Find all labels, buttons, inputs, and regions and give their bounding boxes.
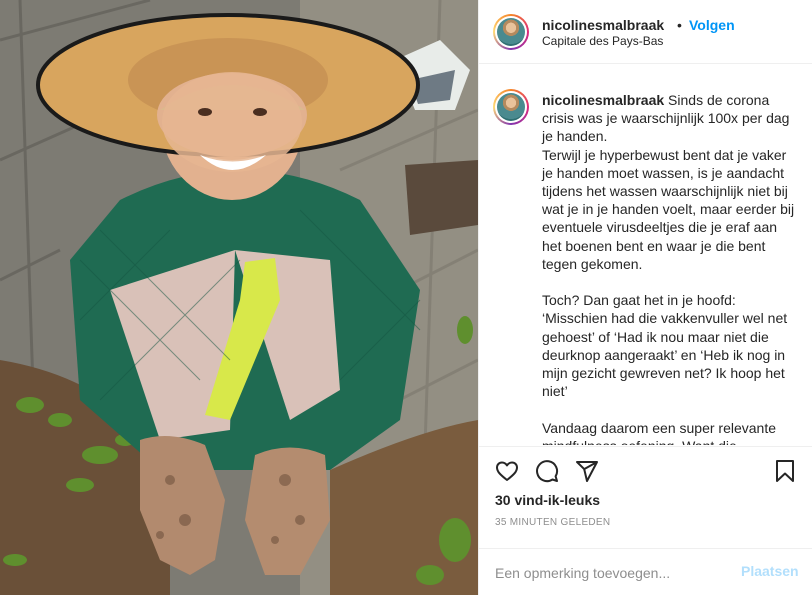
caption-username[interactable]: nicolinesmalbraak [542, 92, 664, 108]
post-timestamp[interactable]: 35 MINUTEN GELEDEN [495, 517, 610, 528]
share-icon[interactable] [575, 459, 599, 483]
like-count[interactable]: 30 vind-ik-leuks [495, 492, 600, 508]
caption-body: Sinds de corona crisis was je waarschijn… [542, 92, 795, 445]
avatar[interactable] [493, 14, 529, 50]
post-comment-button[interactable]: Plaatsen [741, 563, 799, 579]
actions-section: 30 vind-ik-leuks 35 MINUTEN GELEDEN Plaa… [479, 446, 812, 595]
caption-avatar[interactable] [493, 89, 529, 125]
caption-text: nicolinesmalbraak Sinds de corona crisis… [542, 91, 800, 445]
header-username[interactable]: nicolinesmalbraak [542, 17, 664, 33]
heart-icon[interactable] [495, 459, 519, 483]
post-photo[interactable] [0, 0, 478, 595]
avatar-image [497, 93, 525, 121]
instagram-post-modal: nicolinesmalbraak • Volgen Capitale des … [0, 0, 812, 595]
post-header: nicolinesmalbraak • Volgen Capitale des … [479, 0, 812, 64]
post-details-panel: nicolinesmalbraak • Volgen Capitale des … [478, 0, 812, 595]
comment-icon[interactable] [535, 459, 559, 483]
location-link[interactable]: Capitale des Pays-Bas [542, 34, 663, 48]
header-separator: • [677, 17, 682, 33]
caption-area: nicolinesmalbraak Sinds de corona crisis… [479, 65, 812, 445]
comment-bar: Plaatsen [479, 548, 812, 596]
comment-input[interactable] [495, 563, 725, 583]
avatar-image [497, 18, 525, 46]
follow-button[interactable]: Volgen [689, 17, 735, 33]
photo-illustration [0, 0, 478, 595]
bookmark-icon[interactable] [773, 459, 797, 483]
